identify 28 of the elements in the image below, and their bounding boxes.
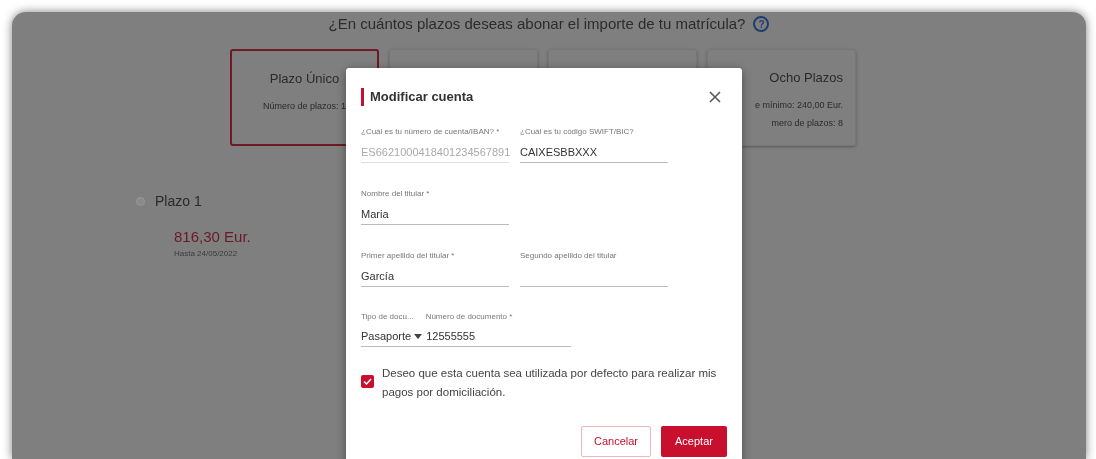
field-label: Nombre del titular * — [361, 189, 430, 199]
field-label: ¿Cuál es tu código SWIFT/BIC? — [520, 127, 634, 137]
dialog-title: Modificar cuenta — [361, 88, 474, 106]
plan-detail: e mínimo: 240,00 Eur. — [754, 99, 843, 112]
field-label: Primer apellido del titular * — [361, 251, 455, 261]
checkbox-label: Deseo que esta cuenta sea utilizada por defecto para realizar mis pagos por domiciliación. — [382, 366, 718, 400]
caret-icon — [414, 334, 423, 339]
cancel-button[interactable]: Cancelar — [581, 426, 651, 457]
field-label: Tipo de docu... — [361, 312, 414, 322]
input-field[interactable]: García — [361, 267, 509, 287]
installment-due: Hasta 24/05/2022 — [174, 248, 239, 260]
input-field[interactable]: CAIXESBBXXX — [520, 143, 668, 163]
installment-amount: 816,30 Eur. — [174, 226, 251, 247]
plan-detail: Número de plazos: 1 — [262, 100, 346, 113]
plan-title: Ocho Plazos — [769, 68, 843, 87]
document-type-select[interactable]: Pasaporte — [361, 328, 423, 345]
input-field[interactable]: Maria — [361, 205, 509, 225]
checkbox[interactable] — [361, 375, 374, 388]
field-label: Segundo apellido del titular — [520, 251, 617, 261]
field-label: Número de documento * — [425, 312, 513, 322]
plan-detail: mero de plazos: 8 — [771, 116, 843, 130]
check-icon — [363, 378, 372, 385]
input-field[interactable]: 12555555 — [426, 328, 476, 345]
accept-button[interactable]: Aceptar — [661, 426, 727, 457]
page-question: ¿En cuántos plazos deseas abonar el importe de tu matrícula? — [328, 14, 746, 34]
installment-title: Plazo 1 — [155, 191, 202, 211]
close-icon[interactable] — [709, 91, 721, 103]
plan-title: Plazo Único — [269, 69, 340, 88]
